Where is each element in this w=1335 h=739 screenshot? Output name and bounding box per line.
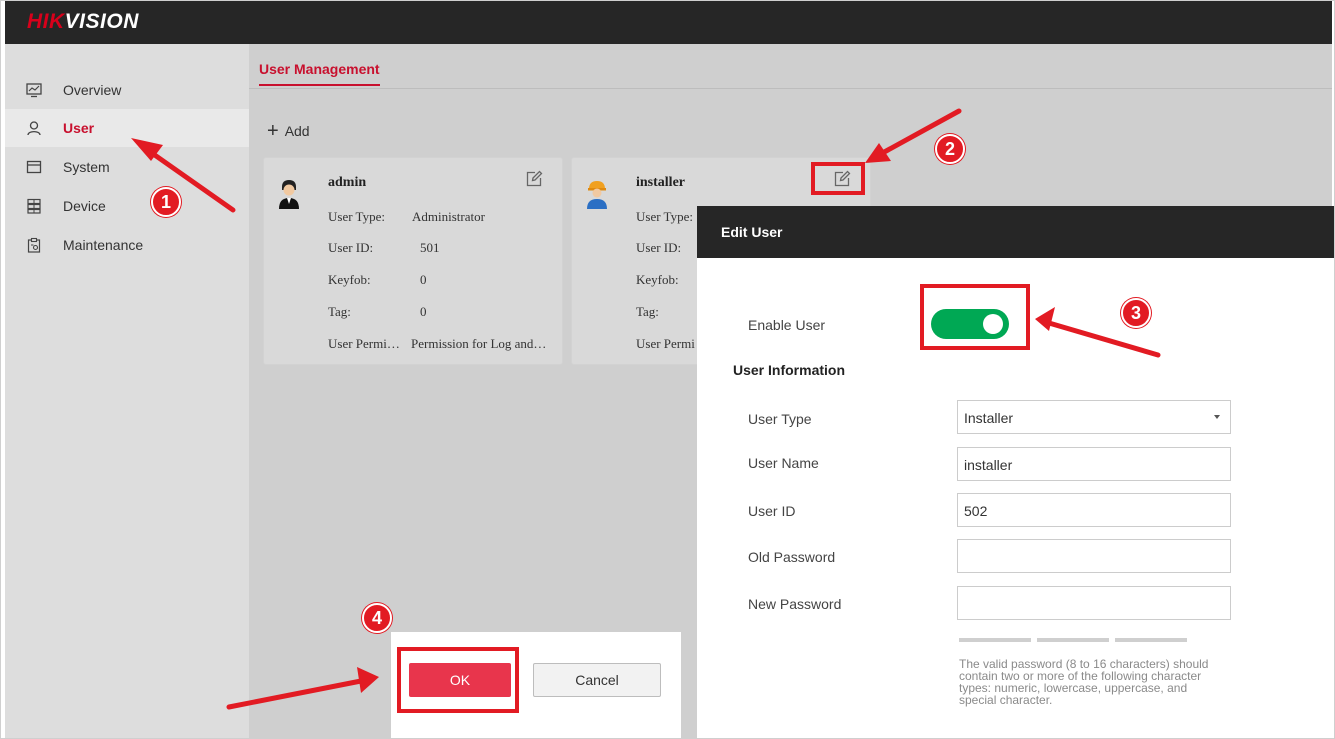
user-icon bbox=[25, 119, 43, 137]
card-row-user-id: User ID: bbox=[636, 240, 682, 255]
sidebar-item-user[interactable]: User bbox=[5, 109, 249, 147]
card-row-user-type: User Type: Administrator bbox=[328, 209, 485, 224]
new-password-label: New Password bbox=[748, 596, 842, 612]
step-badge-1: 1 bbox=[151, 187, 181, 217]
password-strength-bar-strong bbox=[1115, 638, 1187, 642]
card-row-user-id: User ID: 501 bbox=[328, 240, 440, 255]
card-row-user-permission: User Permi bbox=[636, 336, 695, 351]
hikvision-logo: HIKVISION bbox=[27, 10, 139, 33]
sidebar-item-label: Maintenance bbox=[63, 237, 144, 253]
edit-admin-icon[interactable] bbox=[525, 170, 545, 190]
user-card-admin: admin User Type: Administrator User ID: 50… bbox=[263, 157, 563, 365]
user-type-select[interactable]: Installer bbox=[957, 400, 1231, 434]
user-type-label: User Type bbox=[748, 411, 812, 427]
cancel-button[interactable]: Cancel bbox=[533, 663, 661, 697]
sidebar-item-label: Overview bbox=[63, 82, 122, 98]
add-label: Add bbox=[284, 123, 310, 139]
card-user-name: installer bbox=[636, 175, 685, 190]
old-password-label: Old Password bbox=[748, 549, 836, 565]
admin-avatar-icon bbox=[278, 178, 300, 210]
card-row-tag: Tag: 0 bbox=[328, 304, 427, 319]
plus-icon: + bbox=[267, 120, 279, 142]
chevron-down-icon bbox=[1214, 415, 1220, 419]
tab-bar: User Management bbox=[249, 44, 1332, 89]
card-row-user-permission: User Permi… Permission for Log and… bbox=[328, 336, 547, 351]
card-row-keyfob: Keyfob: 0 bbox=[328, 272, 427, 287]
installer-avatar-icon bbox=[586, 178, 608, 210]
add-user-button[interactable]: + Add bbox=[267, 120, 310, 142]
user-name-field[interactable]: installer bbox=[957, 447, 1231, 481]
step-badge-2: 2 bbox=[935, 134, 965, 164]
card-row-keyfob: Keyfob: bbox=[636, 272, 679, 287]
device-icon bbox=[25, 197, 43, 215]
dialog-title: Edit User bbox=[697, 206, 1334, 258]
enable-user-label: Enable User bbox=[748, 317, 826, 333]
sidebar-item-label: Device bbox=[63, 198, 106, 214]
sidebar-item-label: User bbox=[63, 120, 95, 136]
monitor-icon bbox=[25, 81, 43, 99]
old-password-field[interactable] bbox=[957, 539, 1231, 573]
card-user-name: admin bbox=[328, 175, 367, 190]
user-type-value: Installer bbox=[964, 410, 1014, 426]
card-row-tag: Tag: bbox=[636, 304, 659, 319]
screenshot-frame: HIKVISION Overview User System Device Ma… bbox=[0, 0, 1335, 739]
sidebar: Overview User System Device Maintenance bbox=[5, 44, 249, 738]
tab-user-management[interactable]: User Management bbox=[259, 61, 380, 86]
user-name-label: User Name bbox=[748, 455, 819, 471]
user-id-field[interactable]: 502 bbox=[957, 493, 1231, 527]
step-badge-4: 4 bbox=[362, 603, 392, 633]
highlight-box-ok bbox=[397, 647, 519, 713]
sidebar-item-overview[interactable]: Overview bbox=[5, 71, 249, 109]
new-password-field[interactable] bbox=[957, 586, 1231, 620]
user-information-heading: User Information bbox=[733, 362, 846, 378]
sidebar-item-device[interactable]: Device bbox=[5, 187, 249, 225]
top-bar: HIKVISION bbox=[5, 1, 1332, 44]
password-strength-bar-weak bbox=[959, 638, 1031, 642]
maintenance-icon bbox=[25, 236, 43, 254]
password-strength-bar-medium bbox=[1037, 638, 1109, 642]
sidebar-item-system[interactable]: System bbox=[5, 148, 249, 186]
card-row-user-type: User Type: bbox=[636, 209, 693, 224]
password-hint: The valid password (8 to 16 characters) … bbox=[959, 657, 1209, 707]
sidebar-item-maintenance[interactable]: Maintenance bbox=[5, 226, 249, 264]
step-badge-3: 3 bbox=[1121, 298, 1151, 328]
system-icon bbox=[25, 158, 43, 176]
sidebar-item-label: System bbox=[63, 159, 110, 175]
highlight-box-toggle bbox=[920, 284, 1030, 350]
user-id-label: User ID bbox=[748, 503, 796, 519]
highlight-box-edit bbox=[811, 162, 865, 195]
